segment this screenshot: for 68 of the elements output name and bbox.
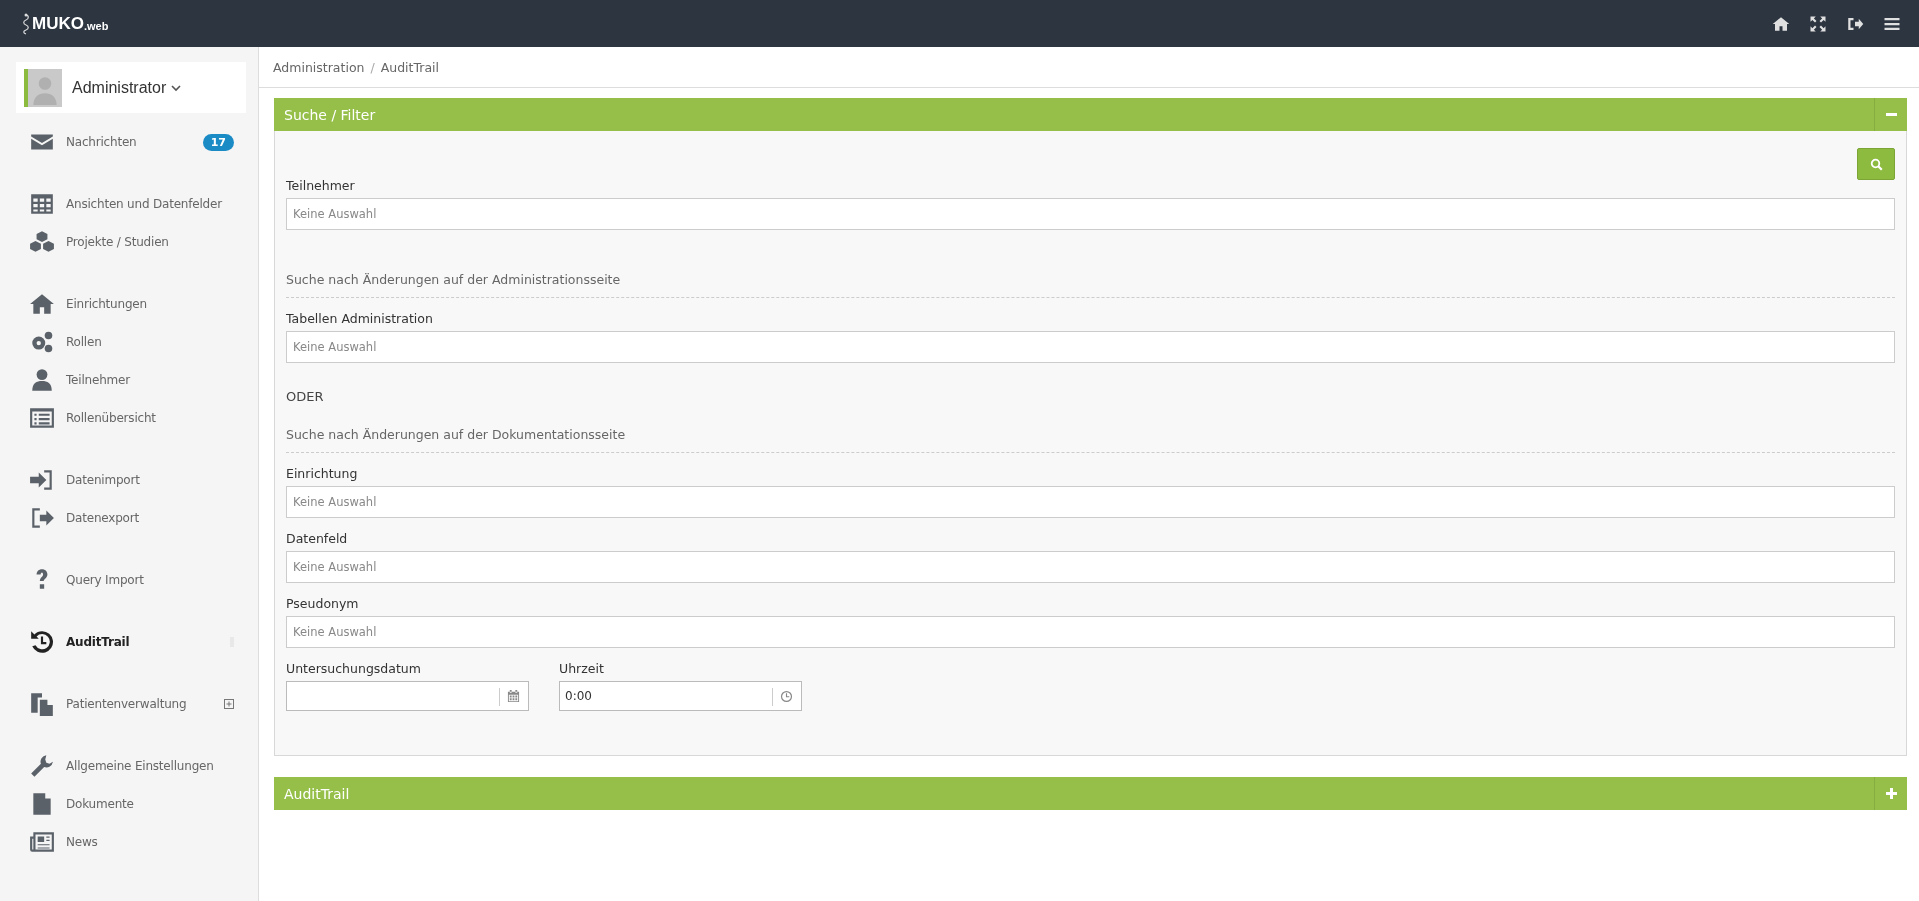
section-heading: Suche nach Änderungen auf der Dokumentationsseite bbox=[286, 425, 1895, 453]
separator-text: ODER bbox=[286, 388, 325, 406]
select-field[interactable]: Keine Auswahl bbox=[286, 331, 1895, 363]
select-field[interactable]: Keine Auswahl bbox=[286, 198, 1895, 230]
logo[interactable]: MUKO.web bbox=[20, 12, 109, 35]
field-label: Datenfeld bbox=[286, 530, 349, 548]
sidebar-item[interactable]: News bbox=[0, 823, 258, 861]
user-name: Administrator bbox=[72, 78, 167, 97]
sidebar-item[interactable]: Datenimport bbox=[0, 461, 258, 499]
item-label: AuditTrail bbox=[66, 635, 131, 649]
breadcrumb-link[interactable]: AuditTrail bbox=[380, 59, 439, 75]
search-button[interactable] bbox=[1857, 148, 1895, 180]
field-label: Tabellen Administration bbox=[286, 310, 434, 328]
field-label: Uhrzeit bbox=[559, 660, 605, 678]
field-label: Pseudonym bbox=[286, 595, 360, 613]
sidebar-item[interactable]: Rollen bbox=[0, 323, 258, 361]
item-label: Query Import bbox=[66, 573, 145, 587]
avatar-silhouette bbox=[24, 68, 62, 107]
item-label: Projekte / Studien bbox=[66, 235, 170, 249]
sidebar-item[interactable]: Projekte / Studien bbox=[0, 223, 258, 261]
item-label: Rollenübersicht bbox=[66, 411, 157, 425]
sidebar-item[interactable]: Rollenübersicht bbox=[0, 399, 258, 437]
user-menu[interactable]: Administrator bbox=[16, 62, 246, 113]
fullscreen-icon[interactable] bbox=[1809, 14, 1827, 33]
breadcrumb-separator: / bbox=[370, 59, 375, 75]
expand-icon[interactable] bbox=[224, 699, 234, 709]
count-badge: 17 bbox=[202, 133, 234, 151]
sidebar-item[interactable]: Teilnehmer bbox=[0, 361, 258, 399]
sidebar-item[interactable]: Query Import bbox=[0, 561, 258, 599]
sidebar-item[interactable]: Patientenverwaltung bbox=[0, 685, 258, 723]
sidebar-item[interactable]: AuditTrail bbox=[0, 623, 258, 661]
plus-icon bbox=[1885, 788, 1897, 799]
sidebar-item[interactable]: Dokumente bbox=[0, 785, 258, 823]
section-heading: Suche nach Änderungen auf der Administrationsseite bbox=[286, 270, 1895, 298]
documents-icon bbox=[28, 691, 56, 717]
select-field[interactable]: Keine Auswahl bbox=[286, 616, 1895, 648]
item-label: News bbox=[66, 835, 99, 849]
item-label: Dokumente bbox=[66, 797, 135, 811]
item-label: Datenimport bbox=[66, 473, 141, 487]
item-label: Nachrichten bbox=[66, 135, 138, 149]
select-field[interactable]: Keine Auswahl bbox=[286, 486, 1895, 518]
item-label: Teilnehmer bbox=[66, 373, 132, 387]
field-label: Einrichtung bbox=[286, 465, 359, 483]
breadcrumb-link[interactable]: Administration bbox=[273, 59, 365, 75]
wrench-icon bbox=[28, 753, 56, 779]
field-label: Untersuchungsdatum bbox=[286, 660, 422, 678]
field-label: Teilnehmer bbox=[286, 177, 356, 195]
sidebar-item[interactable]: Ansichten und Datenfelder bbox=[0, 185, 258, 223]
history-icon bbox=[28, 629, 56, 655]
item-label: Ansichten und Datenfelder bbox=[66, 197, 224, 211]
snake-icon bbox=[20, 12, 32, 35]
sidebar-item[interactable]: Datenexport bbox=[0, 499, 258, 537]
list-icon bbox=[28, 405, 56, 431]
item-label: Allgemeine Einstellungen bbox=[66, 759, 215, 773]
caret-icon bbox=[171, 82, 182, 93]
item-label: Einrichtungen bbox=[66, 297, 148, 311]
item-label: Datenexport bbox=[66, 511, 140, 525]
select-field[interactable]: Keine Auswahl bbox=[286, 551, 1895, 583]
panel-title: Suche / Filter bbox=[283, 106, 376, 123]
newspaper-icon bbox=[28, 829, 56, 855]
sidebar-item[interactable]: Allgemeine Einstellungen bbox=[0, 747, 258, 785]
search-icon bbox=[1869, 157, 1883, 171]
sidebar-item[interactable]: Nachrichten 17 bbox=[0, 123, 258, 161]
sidebar-item[interactable]: Einrichtungen bbox=[0, 285, 258, 323]
panel-title: AuditTrail bbox=[283, 785, 350, 802]
item-label: Patientenverwaltung bbox=[66, 697, 188, 711]
table-icon bbox=[28, 191, 56, 217]
item-label: Rollen bbox=[66, 335, 103, 349]
